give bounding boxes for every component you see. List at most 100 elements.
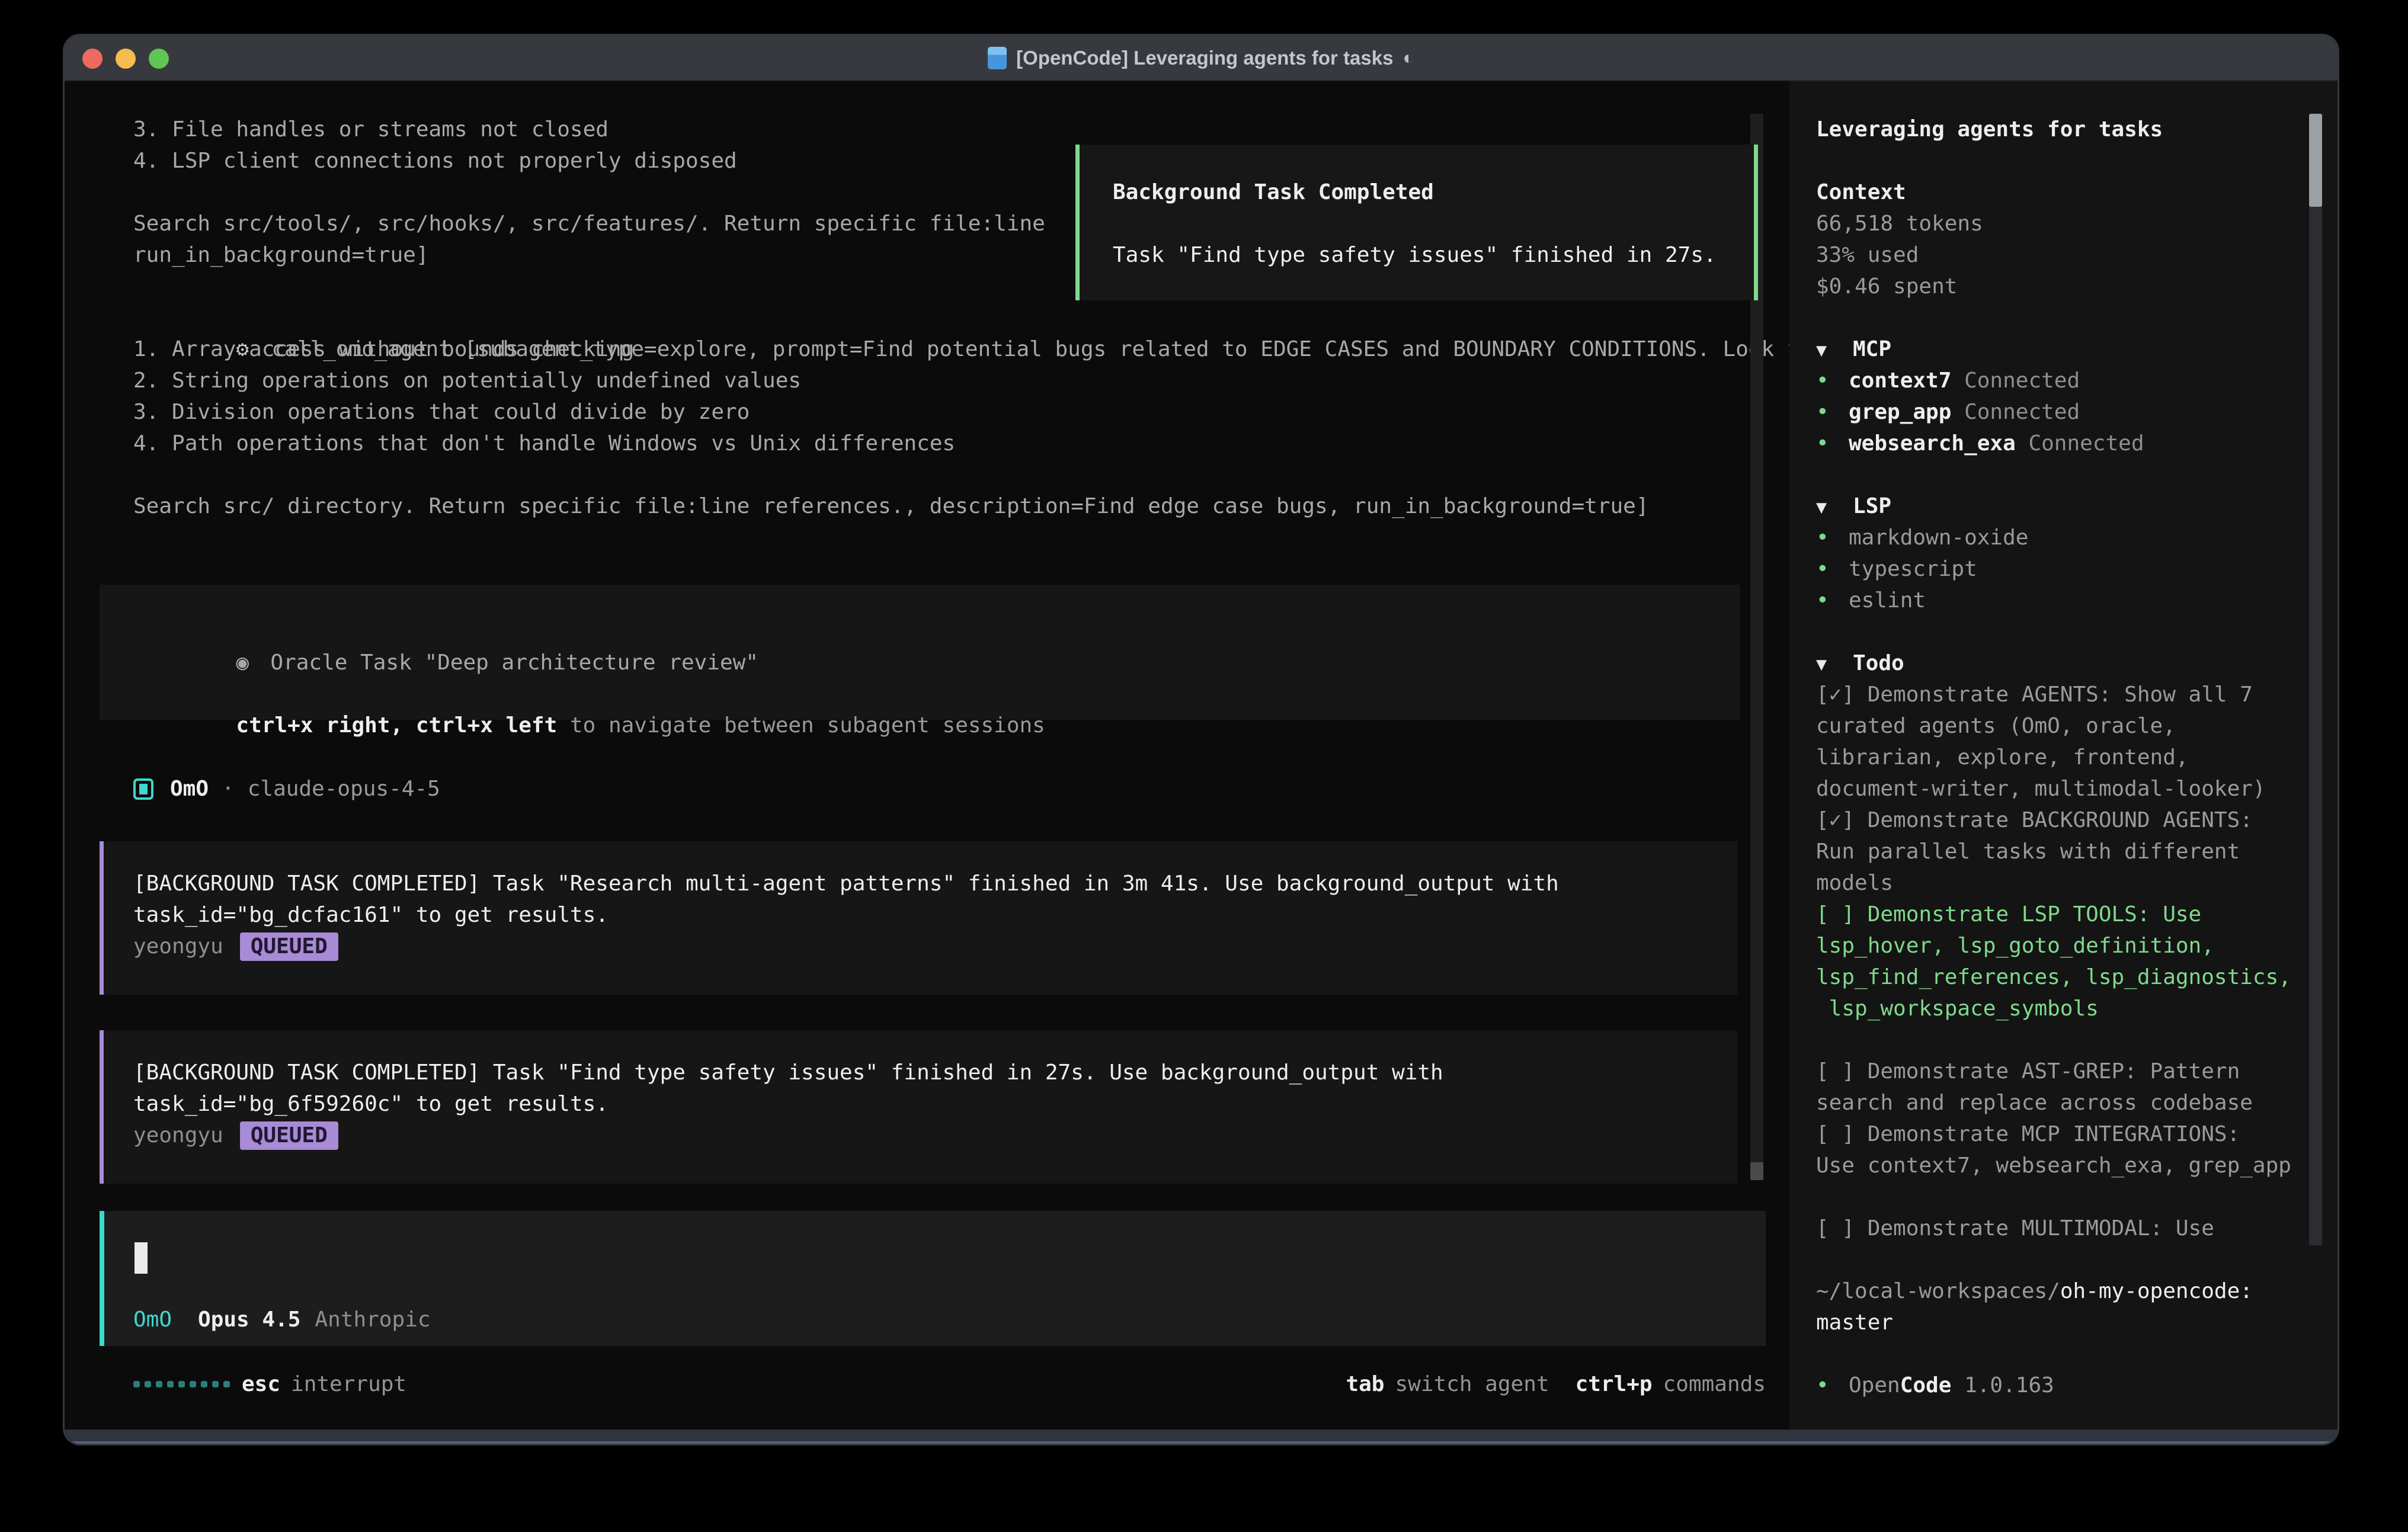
mcp-header[interactable]: ▼MCP <box>1816 334 2320 365</box>
close-window-button[interactable] <box>82 49 103 69</box>
collapse-triangle-icon: ▼ <box>1816 492 1853 523</box>
window-title-text: [OpenCode] Leveraging agents for tasks <box>1016 47 1393 69</box>
hint-keys: ctrl+x right, ctrl+x left <box>236 713 557 738</box>
todo-header[interactable]: ▼Todo <box>1816 648 2320 679</box>
green-dot-icon: • <box>1816 553 1849 585</box>
minimize-window-button[interactable] <box>116 49 136 69</box>
todo-line: [✓] Demonstrate BACKGROUND AGENTS: <box>1816 805 2320 836</box>
spinner-dots <box>133 1381 230 1387</box>
green-dot-icon: • <box>1816 428 1849 459</box>
hint-text: to navigate between subagent sessions <box>557 713 1045 738</box>
mcp-items: •context7 Connected•grep_app Connected•w… <box>1816 365 2320 459</box>
sidebar-scrollbar[interactable] <box>2309 114 2322 1245</box>
lsp-server-name: typescript <box>1849 557 1977 581</box>
task-line2: task_id="bg_dcfac161" to get results. <box>133 899 1737 931</box>
task-boxes: [BACKGROUND TASK COMPLETED] Task "Resear… <box>100 841 1737 1219</box>
mcp-server-status: Connected <box>1964 368 2080 393</box>
oracle-task-hint: ctrl+x right, ctrl+x left to navigate be… <box>133 678 1740 710</box>
todo-line: Use context7, websearch_exa, grep_app <box>1816 1150 2320 1181</box>
esc-action-label: interrupt <box>291 1372 406 1396</box>
app-name-bold: Code <box>1900 1373 1952 1398</box>
queued-badge: QUEUED <box>240 932 338 961</box>
version-block: •OpenCode 1.0.163 <box>1816 1370 2320 1401</box>
app-name-dim: Open <box>1849 1373 1900 1398</box>
task-meta: yeongyuQUEUED <box>133 1120 1737 1151</box>
chat-line: Search src/tools/, src/hooks/, src/featu… <box>133 208 1045 239</box>
esc-key-hint: esc <box>242 1372 280 1396</box>
spinner-dot-icon <box>212 1381 219 1387</box>
collapse-triangle-icon: ▼ <box>1816 649 1853 680</box>
todo-line: Run parallel tasks with different <box>1816 836 2320 867</box>
lsp-server-name: eslint <box>1849 588 1926 613</box>
green-dot-icon: • <box>1816 585 1849 616</box>
radio-circle-icon: ◉ <box>236 647 270 678</box>
workspace-branch: master <box>1816 1307 2320 1338</box>
collapse-triangle-icon: ▼ <box>1816 335 1853 366</box>
status-left: esc interrupt <box>133 1372 406 1396</box>
queued-badge: QUEUED <box>240 1121 338 1150</box>
background-task-box: [BACKGROUND TASK COMPLETED] Task "Resear… <box>100 841 1737 995</box>
text-cursor <box>135 1242 148 1274</box>
separator-dot: · <box>222 777 235 801</box>
window-bottom-edge <box>65 1430 2337 1444</box>
sidebar-title-block: Leveraging agents for tasks <box>1816 114 2320 145</box>
spacer <box>1113 208 1754 239</box>
mcp-server-status: Connected <box>2028 431 2144 456</box>
background-task-notification: Background Task Completed Task "Find typ… <box>1075 145 1758 300</box>
sidebar-scrollbar-thumb[interactable] <box>2309 114 2322 207</box>
lsp-items: •markdown-oxide•typescript•eslint <box>1816 522 2320 616</box>
spinner-dot-icon <box>201 1381 207 1387</box>
oracle-task-title: ◉Oracle Task "Deep architecture review" <box>133 616 1740 647</box>
terminal-window: [OpenCode] Leveraging agents for tasks ◐… <box>65 36 2337 1444</box>
todo-section: ▼Todo [✓] Demonstrate AGENTS: Show all 7… <box>1816 648 2320 1244</box>
lsp-section: ▼LSP •markdown-oxide•typescript•eslint <box>1816 491 2320 616</box>
app-version-number: 1.0.163 <box>1951 1373 2054 1398</box>
sidebar: Leveraging agents for tasks Context 66,5… <box>1789 81 2337 1431</box>
mcp-section: ▼MCP •context7 Connected •grep_app Connec… <box>1816 334 2320 459</box>
green-dot-icon: • <box>1816 522 1849 553</box>
mcp-server-name: grep_app <box>1849 400 1964 424</box>
context-section: Context 66,518 tokens33% used$0.46 spent <box>1816 177 2320 302</box>
status-right: tab switch agent ctrl+p commands <box>1346 1372 1766 1396</box>
zoom-window-button[interactable] <box>149 49 169 69</box>
chat-intro-lines: 3. File handles or streams not closed4. … <box>133 114 1045 271</box>
prompt-input[interactable]: OmOOpus 4.5Anthropic <box>100 1211 1766 1346</box>
chat-scrollbar-thumb[interactable] <box>1750 1162 1763 1180</box>
context-line: $0.46 spent <box>1816 271 2320 302</box>
agent-model: claude-opus-4-5 <box>248 777 440 801</box>
lsp-server-name: markdown-oxide <box>1849 525 2028 550</box>
window-titlebar[interactable]: [OpenCode] Leveraging agents for tasks ◐ <box>65 36 2337 81</box>
todo-line: search and replace across codebase <box>1816 1087 2320 1118</box>
lsp-header[interactable]: ▼LSP <box>1816 491 2320 522</box>
todo-line: [ ] Demonstrate MCP INTEGRATIONS: <box>1816 1118 2320 1150</box>
input-provider: Anthropic <box>315 1307 430 1332</box>
agent-square-icon <box>133 778 153 800</box>
todo-line: [✓] Demonstrate AGENTS: Show all 7 <box>1816 679 2320 710</box>
todo-line: curated agents (OmO, oracle, <box>1816 710 2320 742</box>
input-meta: OmOOpus 4.5Anthropic <box>133 1307 431 1332</box>
mcp-header-label: MCP <box>1853 337 1891 361</box>
todo-line: lsp_workspace_symbols <box>1816 993 2320 1024</box>
agent-name: OmO <box>170 777 209 801</box>
spinner-dot-icon <box>156 1381 162 1387</box>
task-line1: [BACKGROUND TASK COMPLETED] Task "Resear… <box>133 868 1737 899</box>
mcp-item: •context7 Connected <box>1816 365 2320 396</box>
window-title: [OpenCode] Leveraging agents for tasks ◐ <box>988 47 1414 69</box>
tool-call-line: 2. String operations on potentially unde… <box>133 365 1826 396</box>
spinner-dot-icon <box>167 1381 174 1387</box>
spinner-dot-icon <box>133 1381 140 1387</box>
context-lines: 66,518 tokens33% used$0.46 spent <box>1816 208 2320 302</box>
moon-icon: ◐ <box>1402 47 1414 69</box>
spinner-dot-icon <box>178 1381 185 1387</box>
todo-line: [ ] Demonstrate LSP TOOLS: Use <box>1816 899 2320 930</box>
tool-call-line: 4. Path operations that don't handle Win… <box>133 428 1826 459</box>
document-icon <box>988 47 1007 69</box>
task-line2: task_id="bg_6f59260c" to get results. <box>133 1088 1737 1120</box>
todo-line: [ ] Demonstrate MULTIMODAL: Use <box>1816 1213 2320 1244</box>
tool-call-line: 3. Division operations that could divide… <box>133 396 1826 428</box>
ctrlp-key-hint: ctrl+p <box>1576 1372 1653 1396</box>
oracle-task-box[interactable]: ◉Oracle Task "Deep architecture review" … <box>100 585 1740 720</box>
tool-call-block: ⚙call_omo_agent [subagent_type=explore, … <box>133 302 1826 522</box>
mcp-server-status: Connected <box>1964 400 2080 424</box>
spinner-dot-icon <box>223 1381 230 1387</box>
